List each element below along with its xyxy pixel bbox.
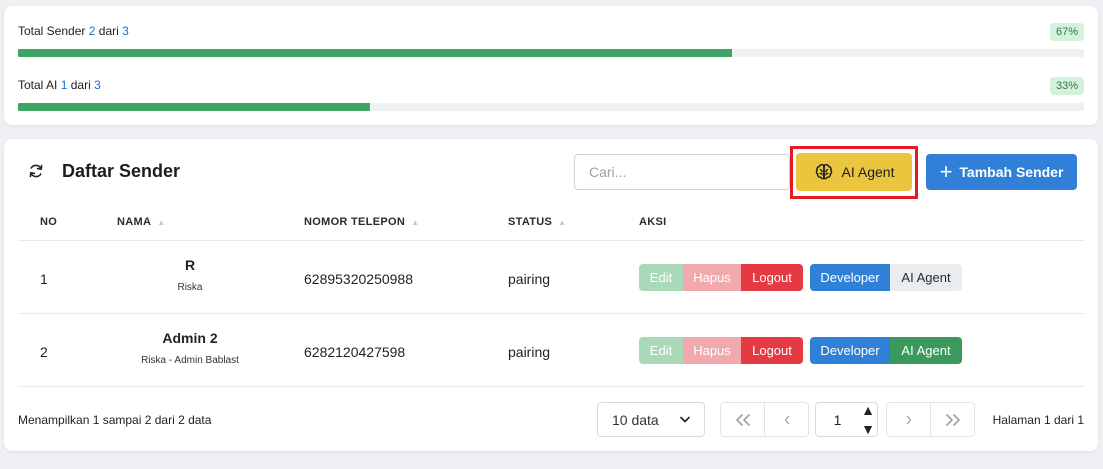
pagination-prev [720, 402, 809, 437]
search-input[interactable] [574, 154, 790, 190]
stepper-up-icon[interactable]: ▲ [861, 402, 875, 418]
row-divider [18, 386, 1084, 387]
edit-button[interactable]: Edit [639, 337, 683, 364]
sender-progress-fill [18, 49, 733, 57]
prev-page-button[interactable] [764, 402, 809, 437]
sort-icon: ▲ [411, 217, 420, 227]
sort-icon: ▲ [558, 217, 567, 227]
developer-button[interactable]: Developer [810, 337, 890, 364]
row-status: pairing [508, 344, 551, 360]
row-name: R [184, 257, 196, 273]
ai-agent-toggle-button[interactable]: AI Agent [890, 264, 962, 291]
first-page-button[interactable] [720, 402, 765, 437]
page-size-value: 10 data [612, 411, 659, 428]
last-page-button[interactable] [930, 402, 975, 437]
column-status[interactable]: STATUS ▲ [508, 216, 566, 228]
row-name-cell: R Riska [110, 257, 270, 293]
column-aksi: AKSI [639, 216, 667, 228]
ai-agent-label: AI Agent [841, 164, 895, 180]
edit-button[interactable]: Edit [639, 264, 683, 291]
row-developer-group: Developer AI Agent [810, 264, 962, 291]
ai-agent-toggle-button[interactable]: AI Agent [890, 337, 962, 364]
page-info: Halaman 1 dari 1 [992, 413, 1084, 427]
next-page-button[interactable] [886, 402, 931, 437]
column-nama[interactable]: NAMA ▲ [117, 216, 165, 228]
row-name: Admin 2 [162, 330, 218, 346]
double-chevron-right-icon [945, 413, 960, 426]
row-no: 1 [40, 271, 48, 287]
add-sender-button[interactable]: + Tambah Sender [926, 154, 1077, 190]
row-phone: 6282120427598 [304, 344, 406, 360]
chevron-left-icon [784, 415, 789, 424]
row-divider [18, 240, 1084, 241]
chevron-down-icon [680, 416, 690, 423]
sender-list-card: Daftar Sender AI Agent + Tambah Sender N… [4, 139, 1098, 451]
ai-percent-badge: 33% [1049, 77, 1084, 95]
brain-icon [815, 164, 832, 180]
sender-percent-badge: 67% [1049, 23, 1084, 41]
double-chevron-left-icon [735, 413, 750, 426]
row-action-group: Edit Hapus Logout [639, 264, 803, 291]
row-no: 2 [40, 344, 48, 360]
page-number-value: 1 [833, 411, 842, 428]
row-name-cell: Admin 2 Riska - Admin Bablast [110, 330, 270, 366]
chevron-right-icon [906, 415, 911, 424]
row-subname: Riska [177, 282, 203, 293]
page-size-select[interactable]: 10 data [597, 402, 705, 437]
page-title: Daftar Sender [62, 161, 181, 181]
row-phone: 62895320250988 [304, 271, 414, 287]
page-stepper[interactable]: ▲ ▼ [859, 402, 877, 437]
pagination-next [886, 402, 975, 437]
hapus-button[interactable]: Hapus [683, 264, 741, 291]
ai-progress-fill [18, 103, 370, 111]
total-sender-label: Total Sender 2 dari 3 [18, 24, 129, 38]
stepper-down-icon[interactable]: ▼ [861, 421, 875, 437]
ai-progress-bar [18, 103, 1084, 111]
table-summary: Menampilkan 1 sampai 2 dari 2 data [18, 413, 212, 427]
stats-card: Total Sender 2 dari 3 67% Total AI 1 dar… [4, 6, 1098, 125]
page-number-input[interactable]: 1 ▲ ▼ [815, 402, 878, 437]
developer-button[interactable]: Developer [810, 264, 890, 291]
hapus-button[interactable]: Hapus [683, 337, 741, 364]
row-action-group: Edit Hapus Logout [639, 337, 803, 364]
refresh-icon[interactable] [28, 163, 44, 179]
row-divider [18, 313, 1084, 314]
column-no: NO [40, 216, 58, 228]
logout-button[interactable]: Logout [741, 337, 803, 364]
logout-button[interactable]: Logout [741, 264, 803, 291]
plus-icon: + [939, 159, 953, 184]
ai-agent-button[interactable]: AI Agent [796, 153, 912, 191]
total-ai-label: Total AI 1 dari 3 [18, 78, 101, 92]
row-developer-group: Developer AI Agent [810, 337, 962, 364]
sender-progress-bar [18, 49, 1084, 57]
add-sender-label: Tambah Sender [959, 164, 1064, 180]
sort-icon: ▲ [157, 217, 166, 227]
row-subname: Riska - Admin Bablast [141, 355, 239, 366]
row-status: pairing [508, 271, 551, 287]
column-nomor-telepon[interactable]: NOMOR TELEPON ▲ [304, 216, 419, 228]
